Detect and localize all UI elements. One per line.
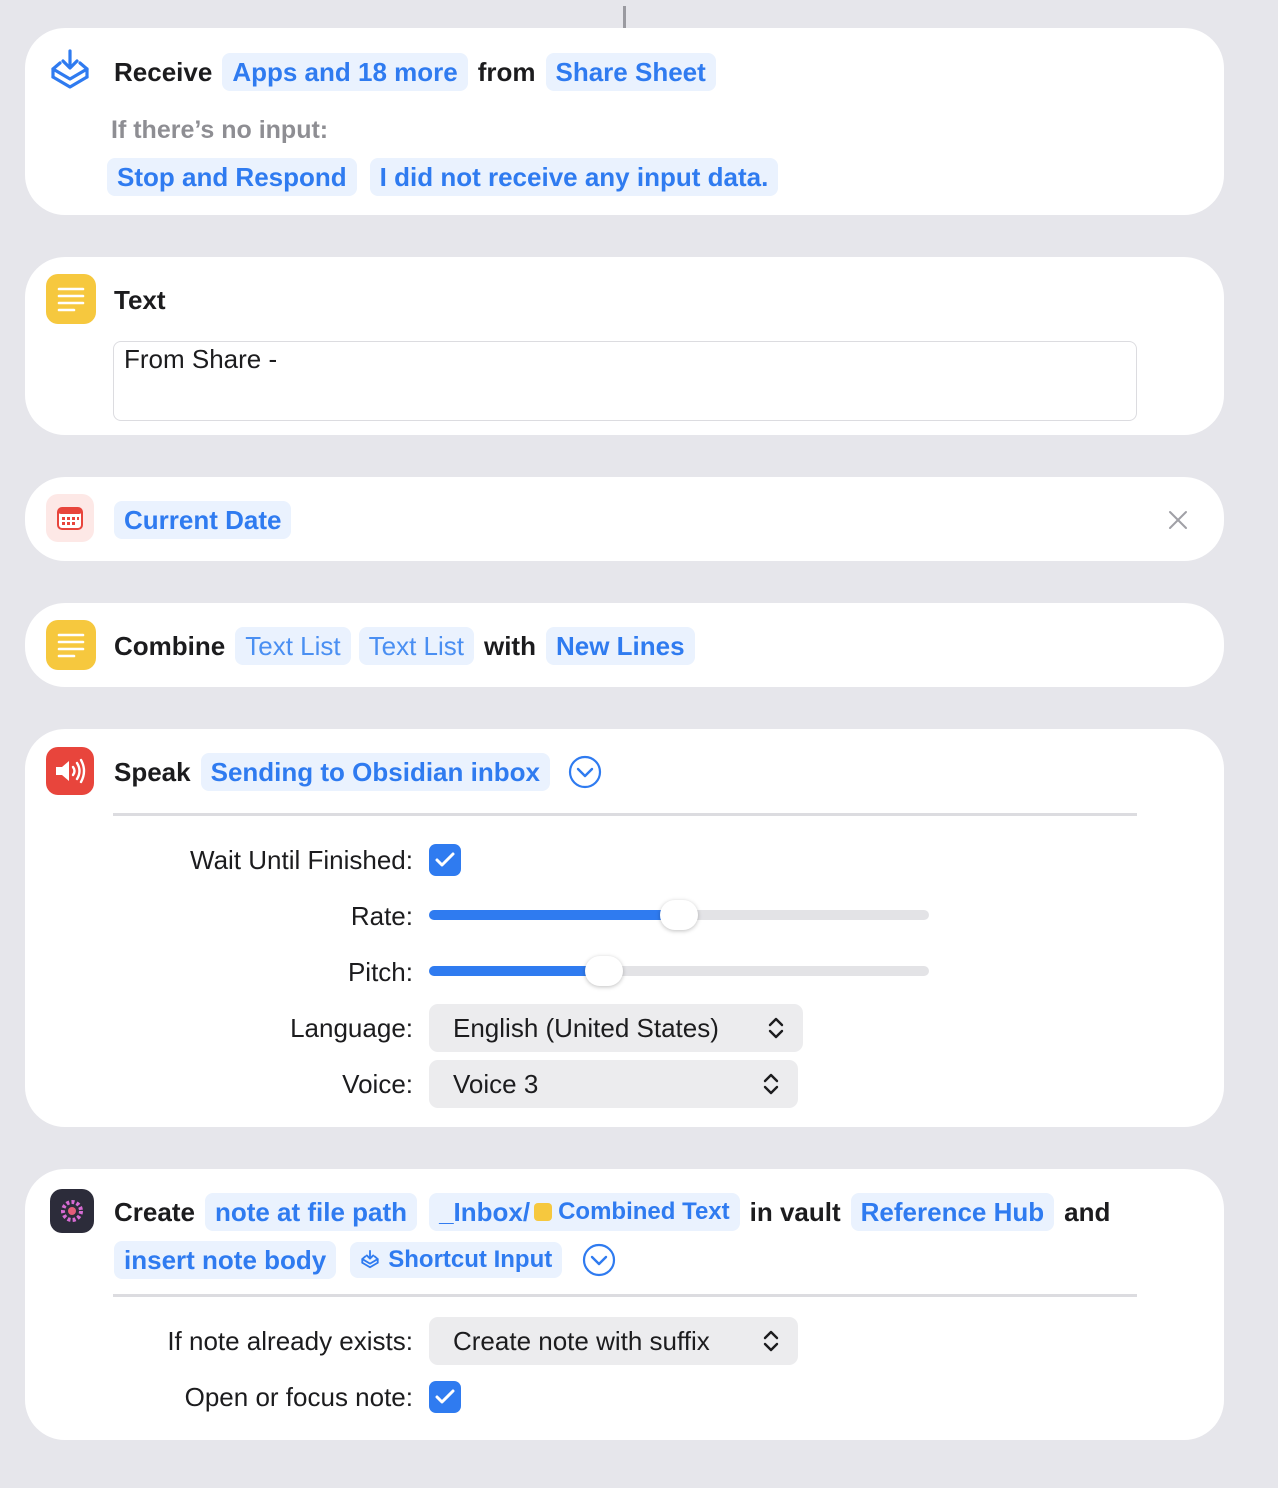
chevron-down-icon[interactable] [568,755,602,789]
vault-pill[interactable]: Reference Hub [850,1193,1055,1231]
section-divider [113,813,1137,816]
section-divider [113,1294,1137,1297]
note-mode-pill[interactable]: note at file path [204,1193,418,1231]
chevron-down-icon[interactable] [582,1243,616,1277]
shortcut-input-pill[interactable]: Shortcut Input [350,1242,563,1278]
calendar-icon [46,494,94,542]
wait-until-finished-checkbox[interactable] [429,844,461,876]
checkmark-icon [435,852,455,867]
create-note-card[interactable]: Create note at file path _Inbox/ Combine… [25,1169,1224,1440]
combine-text-card[interactable]: Combine Text List Text List with New Lin… [25,603,1224,687]
from-word: from [477,56,536,87]
source-pill[interactable]: Share Sheet [545,53,716,91]
close-icon[interactable] [1166,508,1190,532]
speak-text-pill[interactable]: Sending to Obsidian inbox [200,753,550,791]
language-label: Language: [290,1013,413,1043]
obsidian-app-icon [50,1189,94,1233]
flow-connector [623,6,626,28]
text-lines-icon [46,620,96,670]
text-list-pill-1[interactable]: Text List [235,627,351,665]
text-variable-icon [534,1203,553,1221]
input-types-pill[interactable]: Apps and 18 more [222,53,468,91]
chevron-updown-icon [768,1017,784,1039]
rate-slider[interactable] [429,900,929,930]
pitch-label: Pitch: [347,957,413,987]
path-variable: Combined Text [558,1198,730,1225]
text-action-card[interactable]: Text From Share - [25,257,1224,435]
pitch-slider-fill [429,966,604,976]
file-path-pill[interactable]: _Inbox/ Combined Text [429,1193,740,1231]
current-date-pill[interactable]: Current Date [114,501,292,539]
shortcut-input-icon [361,1249,379,1269]
current-date-card[interactable]: Current Date [25,477,1224,561]
text-content-field[interactable]: From Share - [113,341,1137,421]
in-vault-word: in vault [749,1196,841,1227]
create-verb: Create [114,1196,195,1227]
share-sheet-receive-icon [45,46,95,96]
no-input-message-pill[interactable]: I did not receive any input data. [369,158,779,196]
with-word: with [483,630,536,661]
language-select[interactable]: English (United States) [429,1004,803,1052]
no-input-label: If there’s no input: [111,115,329,144]
if-exists-label: If note already exists: [167,1326,413,1356]
receive-verb: Receive [114,56,213,87]
checkmark-icon [435,1389,455,1404]
text-action-title: Text [114,284,166,315]
rate-slider-knob[interactable] [660,900,698,930]
chevron-updown-icon [763,1073,779,1095]
speaker-icon [46,747,94,795]
separator-pill[interactable]: New Lines [545,627,695,665]
voice-label: Voice: [342,1069,413,1099]
chevron-updown-icon [763,1330,779,1352]
body-mode-pill[interactable]: insert note body [114,1241,337,1279]
speak-verb: Speak [114,756,191,787]
pitch-slider[interactable] [429,956,929,986]
receive-action-card[interactable]: Receive Apps and 18 more from Share Shee… [25,28,1224,215]
voice-value: Voice 3 [453,1068,539,1099]
open-focus-label: Open or focus note: [184,1382,413,1412]
path-prefix: _Inbox/ [439,1196,531,1227]
and-word: and [1064,1196,1111,1227]
language-value: English (United States) [453,1012,719,1043]
body-variable: Shortcut Input [388,1246,553,1273]
if-exists-value: Create note with suffix [453,1325,710,1356]
speak-action-card[interactable]: Speak Sending to Obsidian inbox Wait Unt… [25,729,1224,1127]
rate-slider-fill [429,910,679,920]
wait-until-finished-label: Wait Until Finished: [190,845,413,875]
text-lines-icon [46,274,96,324]
text-list-pill-2[interactable]: Text List [358,627,474,665]
rate-label: Rate: [350,901,413,931]
if-exists-select[interactable]: Create note with suffix [429,1317,798,1365]
combine-verb: Combine [114,630,226,661]
pitch-slider-knob[interactable] [585,956,623,986]
open-focus-checkbox[interactable] [429,1381,461,1413]
no-input-action-pill[interactable]: Stop and Respond [107,158,357,196]
voice-select[interactable]: Voice 3 [429,1060,798,1108]
